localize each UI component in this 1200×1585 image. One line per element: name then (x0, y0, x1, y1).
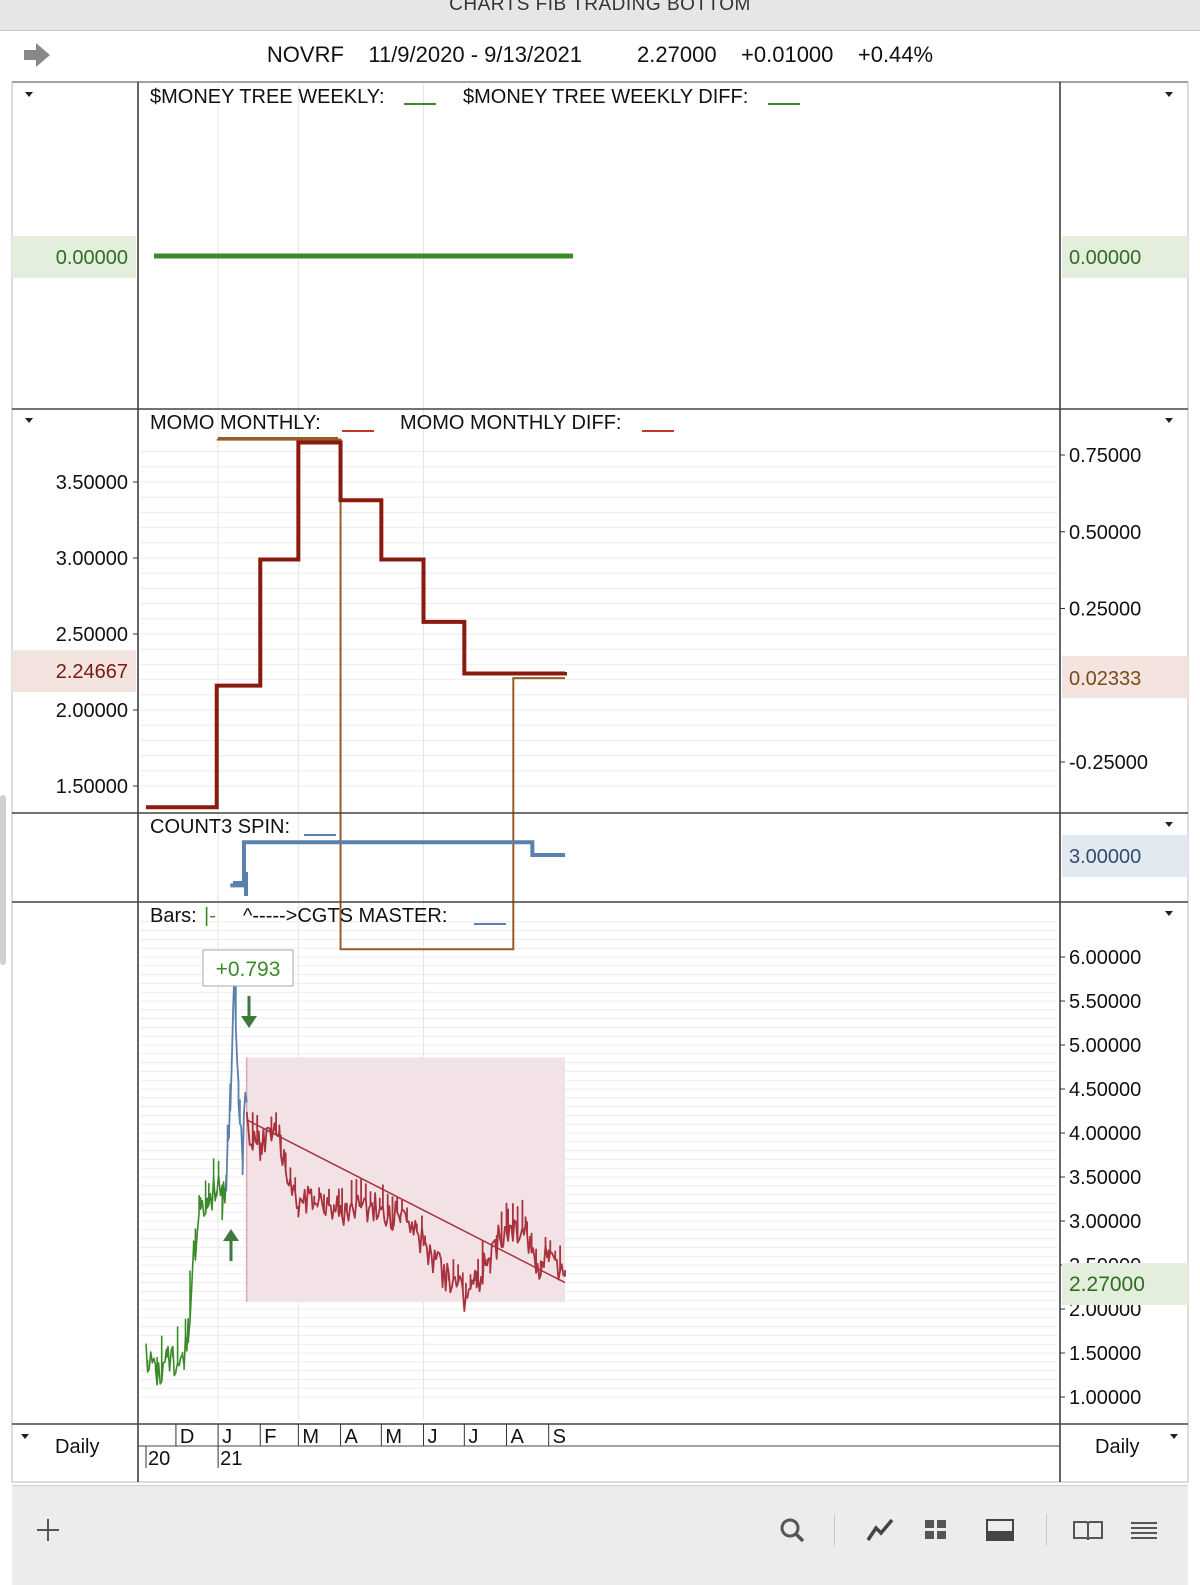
month-label: A (345, 1426, 359, 1448)
price-right-tick-label: 5.00000 (1069, 1035, 1141, 1057)
momo-left-tick-label: 1.50000 (56, 776, 128, 798)
panel-menu-caret-icon[interactable] (1165, 92, 1173, 97)
month-label: S (553, 1426, 566, 1448)
momo-label: MOMO MONTHLY: (150, 412, 321, 434)
panel-menu-caret-icon[interactable] (1165, 822, 1173, 827)
panel-menu-caret-icon[interactable] (21, 1434, 29, 1439)
price-right-tick-label: 4.50000 (1069, 1079, 1141, 1101)
price-right-tick-label: 4.00000 (1069, 1123, 1141, 1145)
year-label: 21 (220, 1448, 242, 1470)
grid-layout-icon (925, 1520, 946, 1539)
month-label: A (511, 1426, 525, 1448)
price-up-series (145, 1158, 228, 1386)
search-button[interactable] (772, 1508, 812, 1552)
momo-left-tick-label: 3.00000 (56, 548, 128, 570)
price-spike-series (225, 960, 248, 1192)
panel-menu-caret-icon[interactable] (1165, 418, 1173, 423)
money-tree-label: $MONEY TREE WEEKLY: (150, 86, 385, 108)
draw-line-button[interactable] (860, 1508, 900, 1552)
month-label: J (222, 1426, 232, 1448)
bottom-toolbar (12, 1485, 1188, 1585)
price-right-tick-label: 6.00000 (1069, 947, 1141, 969)
period-label-left[interactable]: Daily (55, 1436, 99, 1458)
buy-signal-arrow-head (223, 1229, 239, 1241)
cgts-master-label: ^----->CGTS MASTER: (243, 905, 447, 927)
money-tree-right-badge: 0.00000 (1069, 247, 1141, 269)
momo-right-tick-label: 0.50000 (1069, 522, 1141, 544)
menu-icon (1131, 1522, 1157, 1539)
month-label: J (468, 1426, 478, 1448)
price-right-tick-label: 5.50000 (1069, 991, 1141, 1013)
momo-right-badge: 0.02333 (1069, 668, 1141, 690)
price-right-tick-label: 3.00000 (1069, 1211, 1141, 1233)
toolbar-separator (834, 1514, 835, 1546)
chart-canvas: $MONEY TREE WEEKLY: $MONEY TREE WEEKLY D… (11, 81, 1189, 1483)
money-tree-left-badge: 0.00000 (56, 247, 128, 269)
price-right-tick-label: 1.00000 (1069, 1387, 1141, 1409)
price-right-tick-label: 3.50000 (1069, 1167, 1141, 1189)
book-button[interactable] (1068, 1508, 1108, 1552)
momo-right-tick-label: -0.25000 (1069, 752, 1148, 774)
month-label: M (302, 1426, 319, 1448)
draw-line-icon (866, 1518, 894, 1541)
bars-legend-symbol: |- (204, 905, 216, 927)
momo-right-tick-label: 0.75000 (1069, 445, 1141, 467)
toolbar-separator (1046, 1514, 1047, 1546)
chart-outer-frame (11, 81, 1189, 1483)
panel-menu-caret-icon[interactable] (1165, 911, 1173, 916)
momo-left-tick-label: 2.50000 (56, 624, 128, 646)
momo-left-tick-label: 2.00000 (56, 700, 128, 722)
plus-icon (37, 1519, 59, 1541)
callout-value: +0.793 (216, 958, 281, 981)
search-icon (780, 1518, 805, 1543)
money-tree-diff-label: $MONEY TREE WEEKLY DIFF: (463, 86, 748, 108)
count3-label: COUNT3 SPIN: (150, 816, 290, 838)
month-label: D (180, 1426, 194, 1448)
menu-button[interactable] (1124, 1508, 1164, 1552)
panel-layout-button[interactable] (980, 1508, 1020, 1552)
count3-right-badge: 3.00000 (1069, 846, 1141, 868)
add-panel-button[interactable] (30, 1508, 66, 1552)
momo-right-tick-label: 0.25000 (1069, 599, 1141, 621)
period-label-right[interactable]: Daily (1095, 1436, 1139, 1458)
count3-series-line (230, 840, 565, 888)
month-label: F (264, 1426, 276, 1448)
month-label: J (428, 1426, 438, 1448)
momo-diff-label: MOMO MONTHLY DIFF: (400, 412, 621, 434)
panel-menu-caret-icon[interactable] (25, 418, 33, 423)
panel-menu-caret-icon[interactable] (25, 92, 33, 97)
grid-layout-button[interactable] (916, 1508, 956, 1552)
year-label: 20 (148, 1448, 170, 1470)
book-icon (1073, 1521, 1103, 1541)
scroll-handle[interactable] (0, 795, 6, 965)
sell-signal-arrow-head (241, 1016, 257, 1028)
price-right-tick-label: 1.50000 (1069, 1343, 1141, 1365)
panel-layout-icon (986, 1519, 1014, 1541)
momo-left-tick-label: 3.50000 (56, 472, 128, 494)
price-right-badge: 2.27000 (1069, 1273, 1145, 1296)
panel-menu-caret-icon[interactable] (1170, 1434, 1178, 1439)
momo-left-badge: 2.24667 (56, 661, 128, 683)
bars-label: Bars: (150, 905, 197, 927)
month-label: M (385, 1426, 402, 1448)
